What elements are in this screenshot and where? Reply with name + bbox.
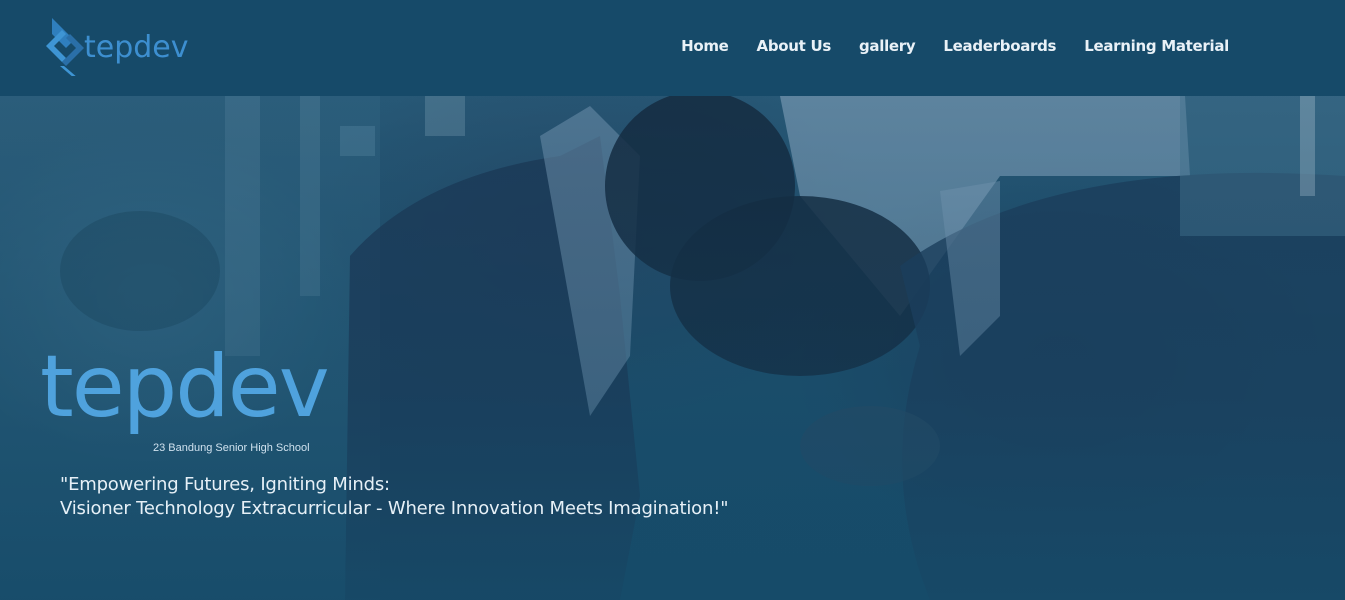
brand-name: tepdev xyxy=(84,29,189,65)
nav-home[interactable]: Home xyxy=(681,37,729,55)
top-navbar: tepdev Home About Us gallery Leaderboard… xyxy=(0,0,1345,96)
brand-logo[interactable]: tepdev xyxy=(44,16,189,76)
tagline-line-1: "Empowering Futures, Igniting Minds: xyxy=(60,474,390,495)
tp-diamond-icon xyxy=(46,18,84,76)
hero-logo-word: tepdev xyxy=(40,337,330,437)
nav-about-us[interactable]: About Us xyxy=(757,37,832,55)
nav-learning-material[interactable]: Learning Material xyxy=(1084,37,1229,55)
nav-gallery[interactable]: gallery xyxy=(859,37,916,55)
nav-leaderboards[interactable]: Leaderboards xyxy=(943,37,1056,55)
hero-section: tepdev 23 Bandung Senior High School "Em… xyxy=(0,96,1345,600)
main-menu: Home About Us gallery Leaderboards Learn… xyxy=(681,37,1229,55)
hero-tagline: "Empowering Futures, Igniting Minds: Vis… xyxy=(60,473,728,521)
school-name: 23 Bandung Senior High School xyxy=(153,442,310,454)
tagline-line-2: Visioner Technology Extracurricular - Wh… xyxy=(60,498,729,519)
